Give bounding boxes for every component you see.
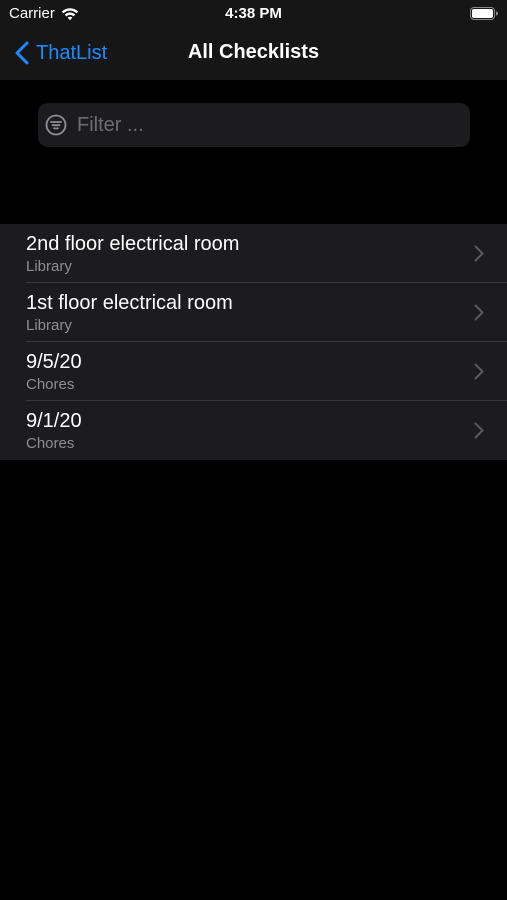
checklist-title: 1st floor electrical room xyxy=(26,292,233,314)
screen: Carrier 4:38 PM ThatList All Checklists … xyxy=(0,0,507,900)
list-item[interactable]: 9/5/20 Chores xyxy=(0,342,507,401)
filter-field[interactable] xyxy=(38,103,470,147)
navigation-bar: ThatList All Checklists xyxy=(0,28,507,80)
chevron-right-icon xyxy=(474,363,484,380)
filter-input[interactable] xyxy=(77,113,457,137)
chevron-right-icon xyxy=(474,304,484,321)
checklist-title: 9/1/20 xyxy=(26,410,82,432)
checklist-subtitle: Chores xyxy=(26,376,75,393)
checklist-title: 9/5/20 xyxy=(26,351,82,373)
page-title: All Checklists xyxy=(187,41,320,63)
status-time: 4:38 PM xyxy=(225,5,282,22)
checklist-subtitle: Library xyxy=(26,317,72,334)
list-item[interactable]: 9/1/20 Chores xyxy=(0,401,507,460)
filter-icon xyxy=(45,114,67,136)
status-bar: Carrier 4:38 PM xyxy=(0,0,507,28)
checklist-list: 2nd floor electrical room Library 1st fl… xyxy=(0,224,507,460)
battery-icon xyxy=(470,7,498,20)
checklist-title: 2nd floor electrical room xyxy=(26,233,240,255)
chevron-right-icon xyxy=(474,245,484,262)
list-item[interactable]: 1st floor electrical room Library xyxy=(0,283,507,342)
chevron-right-icon xyxy=(474,422,484,439)
checklist-subtitle: Library xyxy=(26,258,72,275)
list-item[interactable]: 2nd floor electrical room Library xyxy=(0,224,507,283)
checklist-subtitle: Chores xyxy=(26,435,75,452)
